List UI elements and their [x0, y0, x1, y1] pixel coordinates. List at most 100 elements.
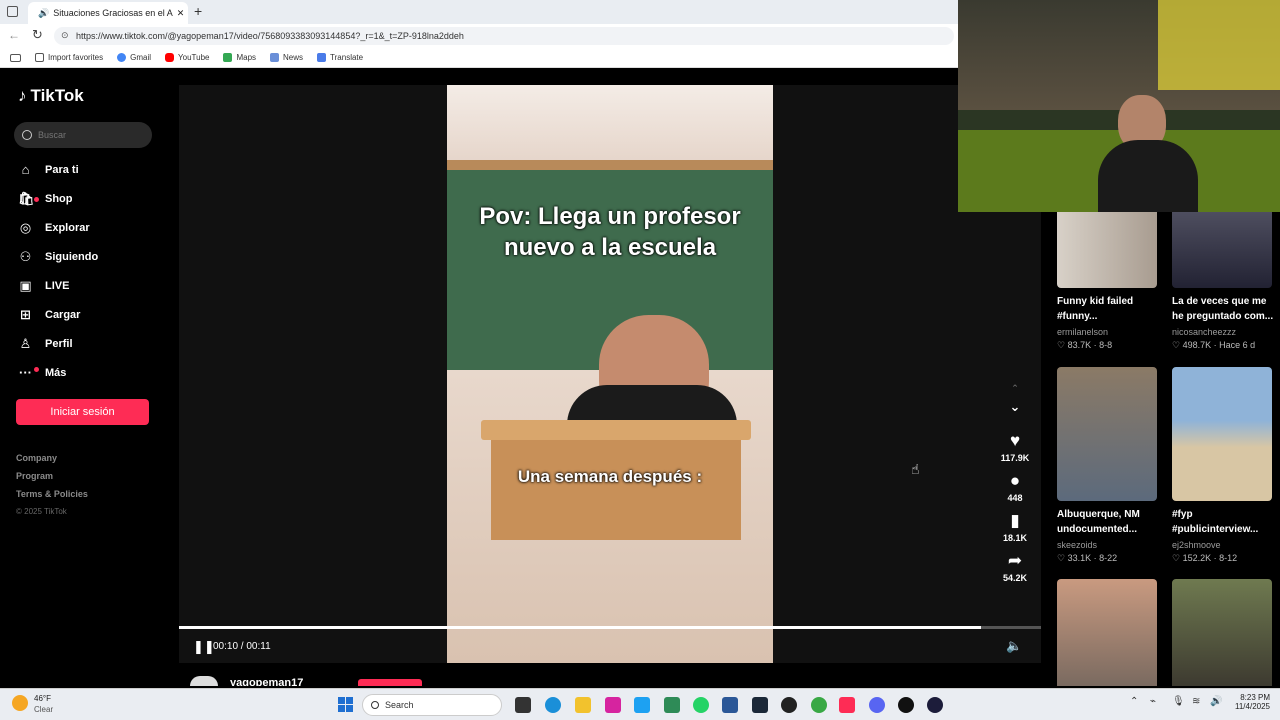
desk-body	[491, 440, 741, 540]
windows-start-icon[interactable]	[338, 697, 353, 712]
favorites-bar: Import favorites Gmail YouTube Maps News…	[0, 48, 958, 68]
heart-outline-icon: ♡	[1057, 553, 1068, 563]
app-icon[interactable]	[898, 697, 914, 713]
nav-item-live[interactable]: ▣ LIVE	[3, 271, 179, 300]
video-thumbnail[interactable]	[1172, 579, 1272, 686]
wifi-icon[interactable]: ≋	[1192, 696, 1200, 707]
nav-item-perfil[interactable]: ♙ Perfil	[3, 329, 179, 358]
nav-item-mas[interactable]: ··· Más	[3, 358, 179, 387]
xbox-icon[interactable]	[664, 697, 680, 713]
recommendation-card[interactable]: Albuquerque, NM undocumented... skeezoid…	[1057, 367, 1161, 564]
scroll-up-icon[interactable]: ⌃	[985, 383, 1045, 399]
recommendation-card[interactable]: La de veces que me he preguntado com... …	[1172, 200, 1276, 351]
rec-author: skeezoids	[1057, 540, 1098, 550]
clock-date: 11/4/2025	[1235, 702, 1270, 711]
time-total: 00:11	[246, 641, 271, 652]
nav-item-explorar[interactable]: ◎ Explorar	[3, 213, 179, 242]
scroll-down-icon[interactable]: ⌄	[985, 399, 1045, 431]
refresh-icon[interactable]: ↻	[32, 27, 43, 43]
favorite-maps[interactable]: Maps	[223, 53, 256, 62]
heart-outline-icon: ♡	[1172, 553, 1183, 563]
store-icon[interactable]	[722, 697, 738, 713]
obs-icon[interactable]	[781, 697, 797, 713]
weather-temp: 46°F	[34, 694, 51, 703]
nav-item-cargar[interactable]: ⊞ Cargar	[3, 300, 179, 329]
nav-label: Shop	[45, 192, 73, 205]
share-count: 54.2K	[1002, 573, 1028, 583]
rec-title: La de veces que me he preguntado com...	[1172, 296, 1274, 322]
favorite-translate[interactable]: Translate	[317, 53, 363, 62]
author-avatar[interactable]	[190, 676, 218, 686]
nav-label: Para ti	[45, 163, 79, 176]
favorite-news[interactable]: News	[270, 53, 303, 62]
lock-icon: ⊙	[61, 30, 69, 40]
recommendation-card[interactable]: #fyp #publicinterview... ej2shmoove ♡ 15…	[1172, 367, 1276, 564]
compass-icon: ◎	[19, 219, 32, 235]
volume-tray-icon[interactable]: 🔊	[1210, 696, 1222, 707]
nav-label: Cargar	[45, 308, 81, 321]
browser-tab[interactable]: 🔊 Situaciones Graciosas en el A ✕	[28, 2, 188, 24]
tiktok-app-icon[interactable]	[839, 697, 855, 713]
login-button[interactable]: Iniciar sesión	[16, 399, 149, 425]
footer-terms[interactable]: Terms & Policies	[3, 489, 179, 507]
back-icon[interactable]: ←	[8, 28, 20, 42]
search-input[interactable]	[38, 130, 138, 140]
tray-chevron-icon[interactable]: ⌃	[1130, 696, 1138, 707]
task-view-icon[interactable]	[515, 697, 531, 713]
network-icon[interactable]: ⌁	[1150, 696, 1156, 707]
like-button[interactable]: ♥ 117.9K	[985, 431, 1045, 463]
taskbar-search[interactable]: Search	[362, 694, 502, 716]
recommendation-card[interactable]: Funny kid failed #funny... ermilanelson …	[1057, 200, 1161, 351]
author-name[interactable]: yagopeman17	[230, 677, 303, 686]
video-thumbnail	[1172, 367, 1272, 501]
search-bar[interactable]	[14, 122, 152, 148]
share-button[interactable]: ➦ 54.2K	[985, 551, 1045, 583]
rec-title: #fyp #publicinterview...	[1172, 509, 1259, 535]
sidebar-toggle-icon[interactable]	[10, 53, 21, 62]
windows-taskbar: 46°F Clear Search ⌃ ⌁ 🎙 ≋ 🔊 8:23 PM 11/4…	[0, 688, 1280, 720]
video-frame[interactable]: Pov: Llega un profesor nuevo a la escuel…	[447, 85, 773, 663]
heart-outline-icon: ♡	[1172, 340, 1183, 350]
tab-actions-icon[interactable]	[7, 6, 18, 17]
instagram-icon[interactable]	[605, 697, 621, 713]
streamer-body	[1098, 140, 1198, 212]
tiktok-logo[interactable]: ♪ TikTok	[18, 86, 84, 106]
volume-icon[interactable]: 🔈	[1006, 638, 1022, 654]
follow-button[interactable]	[358, 679, 422, 686]
twitter-icon[interactable]	[634, 697, 650, 713]
nav-item-siguiendo[interactable]: ⚇ Siguiendo	[3, 242, 179, 271]
desk-top	[481, 420, 751, 440]
save-button[interactable]: ▮ 18.1K	[985, 511, 1045, 543]
more-notification-dot	[34, 367, 39, 372]
more-icon: ···	[19, 365, 32, 380]
favorite-import[interactable]: Import favorites	[35, 53, 103, 62]
like-count: 117.9K	[1000, 453, 1030, 463]
steam-icon[interactable]	[752, 697, 768, 713]
new-tab-icon[interactable]: +	[194, 3, 202, 19]
pause-icon[interactable]: ❚❚	[193, 639, 215, 655]
video-thumbnail[interactable]	[1057, 579, 1157, 686]
footer-program[interactable]: Program	[3, 471, 179, 489]
footer-company[interactable]: Company	[3, 453, 179, 471]
rec-likes: 83.7K	[1067, 340, 1092, 350]
whatsapp-icon[interactable]	[693, 697, 709, 713]
comment-button[interactable]: ● 448	[985, 471, 1045, 503]
nav-item-shop[interactable]: 🛍 Shop	[3, 184, 179, 213]
weather-icon[interactable]	[12, 695, 28, 711]
chrome-icon[interactable]	[811, 697, 827, 713]
file-explorer-icon[interactable]	[575, 697, 591, 713]
rec-stats: ♡ 152.2K · 8-12	[1172, 553, 1238, 563]
microphone-icon[interactable]: 🎙	[1172, 696, 1185, 707]
nav-item-para-ti[interactable]: ⌂ Para ti	[3, 155, 179, 184]
favorite-gmail[interactable]: Gmail	[117, 53, 151, 62]
url-field[interactable]: ⊙ https://www.tiktok.com/@yagopeman17/vi…	[54, 27, 954, 45]
tab-title: Situaciones Graciosas en el A	[53, 8, 173, 18]
discord-icon[interactable]	[869, 697, 885, 713]
edge-icon[interactable]	[545, 697, 561, 713]
close-tab-icon[interactable]: ✕	[177, 8, 185, 19]
app-icon[interactable]	[927, 697, 943, 713]
youtube-icon	[165, 53, 175, 62]
favorite-youtube[interactable]: YouTube	[165, 53, 209, 62]
heart-outline-icon: ♡	[1057, 340, 1068, 350]
clock[interactable]: 8:23 PM 11/4/2025	[1230, 693, 1270, 711]
